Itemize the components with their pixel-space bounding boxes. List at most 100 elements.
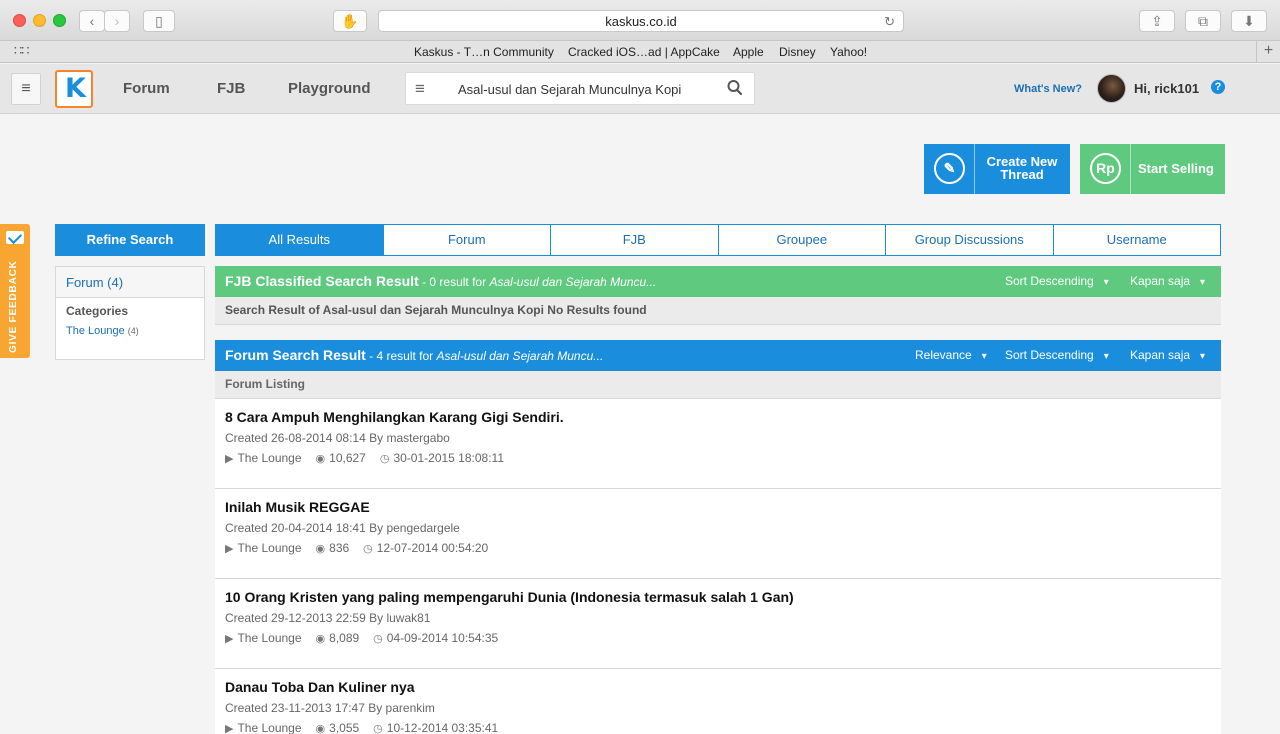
menu-button[interactable]: ≡	[11, 73, 41, 105]
favorite-link[interactable]: Apple	[733, 45, 764, 59]
tab-forum[interactable]: Forum	[382, 225, 551, 255]
list-item[interactable]: Danau Toba Dan Kuliner nya Created 23-11…	[215, 669, 1221, 734]
thread-created: Created 20-04-2014 18:41 By pengedargele	[225, 521, 460, 535]
give-feedback-tab[interactable]: GIVE FEEDBACK	[0, 224, 30, 358]
whats-new-link[interactable]: What's New?	[1014, 83, 1082, 95]
thread-views: 836	[329, 541, 350, 555]
chevron-right-icon: ›	[114, 13, 120, 29]
nav-fjb[interactable]: FJB	[217, 80, 245, 97]
thread-created: Created 23-11-2013 17:47 By parenkim	[225, 701, 435, 715]
thread-title[interactable]: Inilah Musik REGGAE	[225, 499, 1211, 515]
forum-result-query: Asal-usul dan Sejarah Muncu...	[436, 349, 604, 363]
clock-icon: ◷	[379, 453, 390, 465]
thread-category[interactable]: The Lounge	[237, 631, 301, 645]
forum-time-dropdown[interactable]: Kapan saja	[1130, 348, 1205, 362]
list-item[interactable]: 10 Orang Kristen yang paling mempengaruh…	[215, 579, 1221, 669]
search-icon[interactable]	[726, 78, 744, 98]
create-thread-label: Create New Thread	[986, 154, 1058, 182]
tab-fjb[interactable]: FJB	[550, 225, 718, 255]
fjb-result-title: FJB Classified Search Result	[225, 273, 419, 289]
nav-forum[interactable]: Forum	[123, 80, 170, 97]
start-selling-button[interactable]: Rp Start Selling	[1080, 144, 1225, 194]
favorite-link[interactable]: Yahoo!	[830, 45, 867, 59]
list-item[interactable]: 8 Cara Ampuh Menghilangkan Karang Gigi S…	[215, 399, 1221, 489]
favorite-link[interactable]: Disney	[779, 45, 816, 59]
sidebar-button[interactable]: ▯	[143, 10, 175, 32]
search-box[interactable]: ≡ Asal-usul dan Sejarah Munculnya Kopi	[405, 72, 755, 105]
create-thread-button[interactable]: ✎ Create New Thread	[924, 144, 1070, 194]
back-button[interactable]: ‹	[79, 10, 105, 32]
result-tabs: All Results Forum FJB Groupee Group Disc…	[215, 224, 1221, 256]
search-menu-icon[interactable]: ≡	[415, 79, 425, 99]
category-link[interactable]: The Lounge (4)	[66, 325, 139, 337]
refine-search-button[interactable]: Refine Search	[55, 224, 205, 256]
forum-sort-dropdown[interactable]: Sort Descending	[1005, 348, 1109, 362]
results-list: 8 Cara Ampuh Menghilangkan Karang Gigi S…	[215, 399, 1221, 734]
site-header: ≡ K Forum FJB Playground ≡ Asal-usul dan…	[0, 64, 1280, 114]
tag-icon: ▶	[225, 633, 234, 645]
fjb-no-results: Search Result of Asal-usul dan Sejarah M…	[215, 297, 1221, 325]
forum-result-title: Forum Search Result	[225, 347, 366, 363]
browser-toolbar: ‹ › ▯ ✋ kaskus.co.id ↻ ⇪ ⧉ ⬇	[0, 0, 1280, 41]
privacy-button[interactable]: ✋	[333, 10, 367, 32]
clock-icon: ◷	[373, 723, 383, 734]
nav-playground[interactable]: Playground	[288, 80, 371, 97]
kaskus-logo[interactable]: K	[55, 70, 93, 108]
tab-username[interactable]: Username	[1052, 225, 1221, 255]
grid-icon[interactable]: ∷∷	[14, 43, 30, 59]
thread-title[interactable]: 10 Orang Kristen yang paling mempengaruh…	[225, 589, 1211, 605]
tab-groupee[interactable]: Groupee	[717, 225, 886, 255]
thread-title[interactable]: Danau Toba Dan Kuliner nya	[225, 679, 1211, 695]
close-window-button[interactable]	[13, 14, 26, 27]
share-icon: ⇪	[1151, 13, 1163, 29]
relevance-dropdown[interactable]: Relevance	[915, 348, 987, 362]
search-input[interactable]: Asal-usul dan Sejarah Munculnya Kopi	[458, 82, 681, 97]
chevron-left-icon: ‹	[89, 13, 95, 29]
reload-icon[interactable]: ↻	[884, 11, 895, 32]
share-button[interactable]: ⇪	[1139, 10, 1175, 32]
downloads-button[interactable]: ⬇	[1231, 10, 1267, 32]
help-icon[interactable]: ?	[1211, 80, 1225, 94]
tabs-button[interactable]: ⧉	[1185, 10, 1221, 32]
envelope-icon	[6, 231, 24, 244]
thread-last-post: 12-07-2014 00:54:20	[376, 541, 489, 555]
minimize-window-button[interactable]	[33, 14, 46, 27]
fjb-result-header: FJB Classified Search Result - 0 result …	[215, 266, 1221, 297]
fjb-time-dropdown[interactable]: Kapan saja	[1130, 274, 1205, 288]
forum-result-header: Forum Search Result - 4 result for Asal-…	[215, 340, 1221, 371]
favorites-bar: ∷∷ Kaskus - T…n Community Cracked iOS…ad…	[0, 41, 1280, 63]
thread-last-post: 04-09-2014 10:54:35	[386, 631, 499, 645]
fjb-sort-dropdown[interactable]: Sort Descending	[1005, 274, 1109, 288]
favorite-link[interactable]: Cracked iOS…ad | AppCake	[568, 45, 720, 59]
thread-category[interactable]: The Lounge	[237, 451, 301, 465]
category-name: The Lounge	[66, 325, 125, 337]
tag-icon: ▶	[225, 543, 234, 555]
thread-created: Created 29-12-2013 22:59 By luwak81	[225, 611, 431, 625]
address-bar[interactable]: kaskus.co.id ↻	[378, 10, 904, 32]
list-item[interactable]: Inilah Musik REGGAE Created 20-04-2014 1…	[215, 489, 1221, 579]
tab-all-results[interactable]: All Results	[216, 225, 383, 255]
start-selling-label: Start Selling	[1138, 161, 1214, 176]
eye-icon: ◉	[315, 633, 326, 645]
thread-views: 8,089	[329, 631, 360, 645]
download-icon: ⬇	[1243, 13, 1255, 29]
thread-last-post: 30-01-2015 18:08:11	[393, 451, 504, 465]
user-greeting[interactable]: Hi, rick101	[1134, 81, 1199, 96]
avatar[interactable]	[1097, 74, 1126, 103]
forward-button[interactable]: ›	[104, 10, 130, 32]
hamburger-icon: ≡	[21, 80, 31, 97]
thread-category[interactable]: The Lounge	[237, 721, 301, 734]
clock-icon: ◷	[363, 543, 373, 555]
fjb-result-summary: - 0 result for	[418, 275, 490, 289]
thread-title[interactable]: 8 Cara Ampuh Menghilangkan Karang Gigi S…	[225, 409, 1211, 425]
add-favorite-icon[interactable]: +	[1256, 41, 1280, 63]
zoom-window-button[interactable]	[53, 14, 66, 27]
tag-icon: ▶	[225, 723, 234, 734]
refine-forum-link[interactable]: Forum (4)	[56, 267, 204, 298]
fjb-result-query: Asal-usul dan Sejarah Muncu...	[489, 275, 657, 289]
eye-icon: ◉	[315, 723, 326, 734]
thread-category[interactable]: The Lounge	[237, 541, 301, 555]
tab-group-discussions[interactable]: Group Discussions	[885, 225, 1053, 255]
favorite-link[interactable]: Kaskus - T…n Community	[414, 45, 554, 59]
thread-views: 10,627	[329, 451, 366, 465]
